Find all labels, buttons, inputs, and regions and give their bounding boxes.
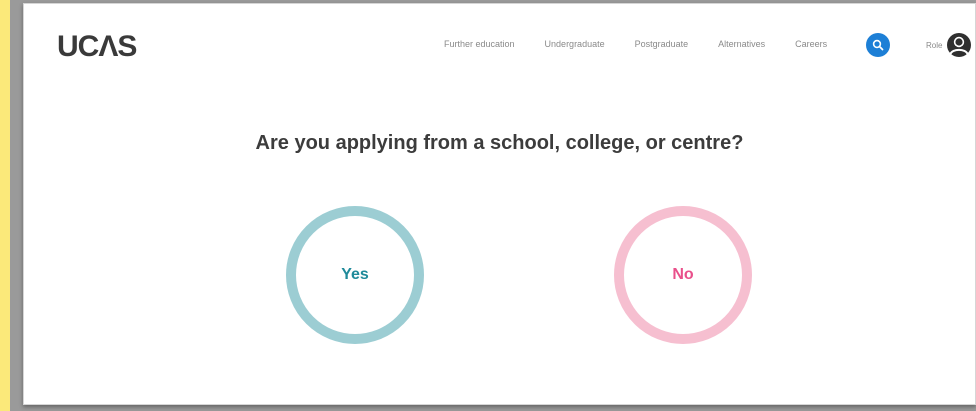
page-question: Are you applying from a school, college,…	[255, 132, 744, 155]
no-label: No	[672, 266, 694, 283]
nav-item-alternatives[interactable]: Alternatives	[718, 39, 765, 49]
yes-button[interactable]: Yes	[286, 206, 424, 344]
nav-item-postgraduate[interactable]: Postgraduate	[635, 39, 689, 49]
yes-label: Yes	[341, 266, 369, 283]
ucas-logo[interactable]: UCΛS	[57, 30, 137, 64]
account-menu[interactable]: Role	[926, 32, 972, 58]
nav-item-undergraduate[interactable]: Undergraduate	[545, 39, 605, 49]
no-button[interactable]: No	[614, 206, 752, 344]
browser-page: UCΛS Further education Undergraduate Pos…	[23, 3, 976, 405]
nav-item-further-education[interactable]: Further education	[444, 39, 515, 49]
main-nav: Further education Undergraduate Postgrad…	[444, 39, 827, 49]
user-icon	[946, 32, 972, 58]
search-button[interactable]	[866, 33, 890, 57]
nav-item-careers[interactable]: Careers	[795, 39, 827, 49]
screenshot-frame: UCΛS Further education Undergraduate Pos…	[10, 0, 976, 411]
account-label: Role	[926, 40, 943, 50]
search-icon	[872, 39, 884, 51]
site-header: UCΛS Further education Undergraduate Pos…	[24, 4, 975, 90]
